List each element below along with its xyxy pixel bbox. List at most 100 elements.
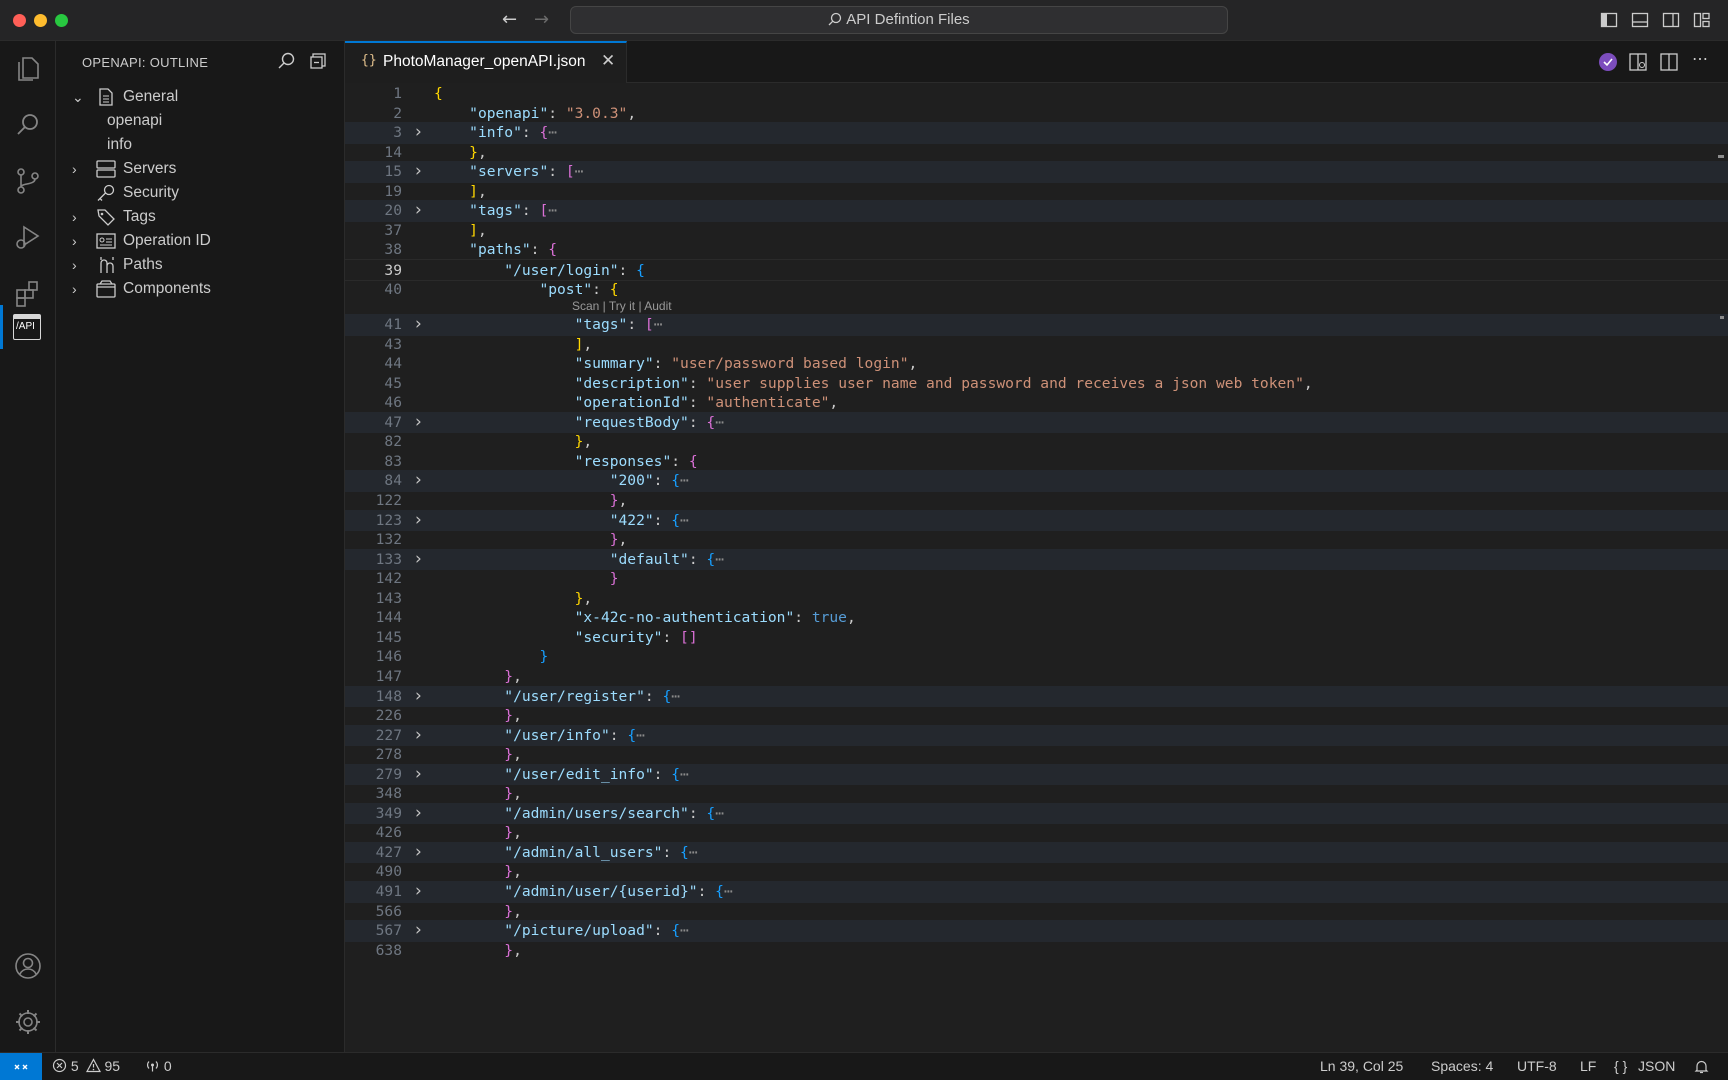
code-line[interactable]: 144 "x-42c-no-authentication": true, — [345, 607, 1728, 629]
tab-photomanager-openapi[interactable]: {} PhotoManager_openAPI.json ✕ — [345, 41, 627, 83]
code-line[interactable]: 41 › "tags": [⋯ — [345, 314, 1728, 336]
extensions-icon[interactable] — [12, 277, 44, 309]
minimize-window-button[interactable] — [34, 14, 47, 27]
code-line[interactable]: 567 › "/picture/upload": {⋯ — [345, 920, 1728, 942]
fold-chevron-icon[interactable]: › — [415, 470, 429, 492]
files-icon[interactable] — [12, 53, 44, 85]
code-line[interactable]: 14 }, — [345, 142, 1728, 164]
fold-chevron-icon[interactable]: › — [415, 549, 429, 571]
code-line[interactable]: 638 }, — [345, 940, 1728, 962]
outline-item-security[interactable]: Security — [56, 180, 344, 206]
code-line[interactable]: 348 }, — [345, 783, 1728, 805]
code-line[interactable]: 148 › "/user/register": {⋯ — [345, 685, 1728, 708]
search-icon[interactable] — [276, 51, 296, 71]
fold-chevron-icon[interactable]: › — [415, 764, 429, 786]
chevron-right-icon[interactable]: › — [72, 204, 88, 230]
command-center[interactable]: API Defintion Files — [570, 6, 1228, 34]
source-control-icon[interactable] — [12, 165, 44, 197]
code-lens-actions[interactable]: Scan | Try it | Audit — [572, 297, 672, 315]
api-icon[interactable]: /API — [13, 314, 41, 340]
chevron-right-icon[interactable]: › — [72, 156, 88, 182]
code-line[interactable]: 122 }, — [345, 490, 1728, 512]
close-window-button[interactable] — [13, 14, 26, 27]
code-line[interactable]: 226 }, — [345, 705, 1728, 727]
code-line[interactable]: 38 "paths": { — [345, 239, 1728, 261]
code-line[interactable]: 278 }, — [345, 744, 1728, 766]
close-icon[interactable]: ✕ — [601, 51, 615, 71]
code-line[interactable]: 44 "summary": "user/password based login… — [345, 353, 1728, 375]
code-editor[interactable]: 1{2 "openapi": "3.0.3", 3 › "info": {⋯ 14 }… — [345, 83, 1728, 1052]
code-line[interactable]: 142 } — [345, 568, 1728, 590]
api-audit-icon[interactable] — [1597, 51, 1619, 73]
open-preview-icon[interactable] — [1628, 52, 1648, 72]
code-line[interactable]: 82 }, — [345, 431, 1728, 453]
code-line[interactable]: 40 "post": { — [345, 279, 1728, 301]
code-line[interactable]: 279 › "/user/edit_info": {⋯ — [345, 763, 1728, 786]
fold-chevron-icon[interactable]: › — [415, 510, 429, 532]
code-line[interactable]: 133 › "default": {⋯ — [345, 548, 1728, 571]
code-line[interactable]: 84 › "200": {⋯ — [345, 470, 1728, 493]
fold-chevron-icon[interactable]: › — [415, 803, 429, 825]
forward-arrow-icon[interactable]: → — [534, 9, 549, 30]
code-line[interactable]: 15 › "servers": [⋯ — [345, 161, 1728, 183]
back-arrow-icon[interactable]: ← — [502, 9, 517, 30]
toggle-panel-icon[interactable] — [1631, 11, 1649, 29]
code-line[interactable]: 123 › "422": {⋯ — [345, 509, 1728, 532]
indentation[interactable]: Spaces: 4 — [1431, 1058, 1493, 1074]
split-editor-icon[interactable] — [1659, 52, 1679, 72]
encoding[interactable]: UTF-8 — [1517, 1058, 1557, 1074]
code-line[interactable]: 147 }, — [345, 666, 1728, 688]
code-line[interactable]: 2 "openapi": "3.0.3", — [345, 103, 1728, 125]
problems-indicator[interactable]: 5 95 — [52, 1058, 120, 1074]
more-actions-icon[interactable]: ⋯ — [1692, 49, 1708, 69]
language-mode[interactable]: JSON — [1638, 1058, 1675, 1074]
outline-item-operation-id[interactable]: › Operation ID — [56, 228, 344, 254]
settings-gear-icon[interactable] — [12, 1006, 44, 1038]
code-line[interactable]: 426 }, — [345, 822, 1728, 844]
fold-chevron-icon[interactable]: › — [415, 686, 429, 708]
code-line[interactable]: 227 › "/user/info": {⋯ — [345, 724, 1728, 747]
fold-chevron-icon[interactable]: › — [415, 161, 429, 183]
fold-chevron-icon[interactable]: › — [415, 842, 429, 864]
code-line[interactable]: 46 "operationId": "authenticate", — [345, 392, 1728, 414]
chevron-right-icon[interactable]: › — [72, 228, 88, 254]
chevron-right-icon[interactable]: › — [72, 252, 88, 278]
code-line[interactable]: 20 › "tags": [⋯ — [345, 200, 1728, 222]
code-line[interactable]: 143 }, — [345, 588, 1728, 610]
outline-item-tags[interactable]: › Tags — [56, 204, 344, 230]
outline-item-openapi[interactable]: openapi — [56, 108, 344, 134]
fold-chevron-icon[interactable]: › — [415, 412, 429, 434]
customize-layout-icon[interactable] — [1693, 11, 1711, 29]
cursor-position[interactable]: Ln 39, Col 25 — [1320, 1058, 1403, 1074]
toggle-secondary-sidebar-icon[interactable] — [1662, 11, 1680, 29]
code-line[interactable]: 132 }, — [345, 529, 1728, 551]
code-line[interactable]: 39 "/user/login": { — [345, 258, 1728, 281]
outline-item-servers[interactable]: › Servers — [56, 156, 344, 182]
code-line[interactable]: 349 › "/admin/users/search": {⋯ — [345, 802, 1728, 825]
code-line[interactable]: 45 "description": "user supplies user na… — [345, 373, 1728, 395]
code-line[interactable]: 37 ], — [345, 220, 1728, 242]
run-debug-icon[interactable] — [12, 221, 44, 253]
code-line[interactable]: 146 } — [345, 646, 1728, 668]
code-line[interactable]: 145 "security": [] — [345, 627, 1728, 649]
search-icon[interactable] — [12, 109, 44, 141]
fold-chevron-icon[interactable]: › — [415, 920, 429, 942]
code-line[interactable]: 3 › "info": {⋯ — [345, 122, 1728, 144]
ports-indicator[interactable]: 0 — [145, 1058, 172, 1074]
code-line[interactable]: 490 }, — [345, 861, 1728, 883]
code-line[interactable]: 566 }, — [345, 901, 1728, 923]
code-line[interactable]: 491 › "/admin/user/{userid}": {⋯ — [345, 881, 1728, 903]
fold-chevron-icon[interactable]: › — [415, 314, 429, 336]
maximize-window-button[interactable] — [55, 14, 68, 27]
chevron-right-icon[interactable]: › — [72, 276, 88, 302]
code-line[interactable]: 83 "responses": { — [345, 451, 1728, 473]
outline-item-paths[interactable]: › Paths — [56, 252, 344, 278]
chevron-down-icon[interactable]: ⌄ — [72, 84, 88, 110]
code-line[interactable]: 19 ], — [345, 181, 1728, 203]
outline-item-info[interactable]: info — [56, 132, 344, 158]
fold-chevron-icon[interactable]: › — [415, 881, 429, 903]
notifications-bell-icon[interactable] — [1694, 1059, 1709, 1074]
code-line[interactable]: 47 › "requestBody": {⋯ — [345, 411, 1728, 434]
collapse-all-icon[interactable] — [308, 51, 328, 71]
outline-item-components[interactable]: › Components — [56, 276, 344, 302]
